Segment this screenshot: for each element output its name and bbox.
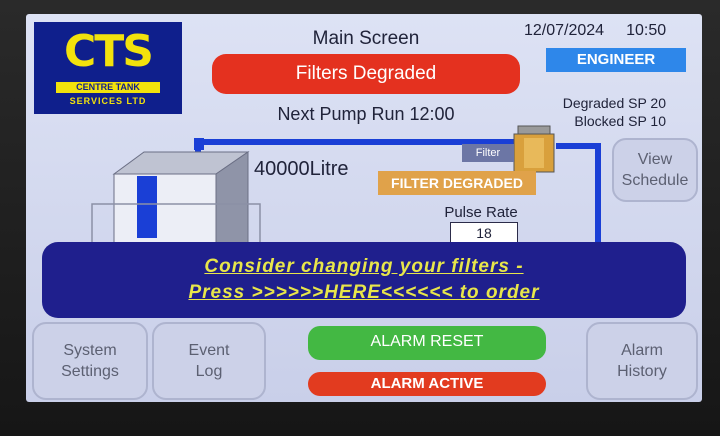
alarm-history-button[interactable]: Alarm History [586, 322, 698, 400]
banner-line-2[interactable]: Press >>>>>>HERE<<<<<< to order [42, 282, 686, 304]
view-schedule-line2: Schedule [621, 172, 689, 189]
pulse-rate-value[interactable]: 18 [450, 222, 518, 244]
banner-line-1[interactable]: Consider changing your filters - [42, 256, 686, 278]
event-log-line1: Event [188, 342, 230, 359]
alarm-active-indicator: ALARM ACTIVE [308, 372, 546, 396]
filter-canister-window [524, 138, 544, 168]
filter-canister-cap [517, 125, 551, 135]
event-log-line2: Log [195, 363, 223, 380]
pulse-rate-label: Pulse Rate [444, 204, 518, 221]
tank-front [113, 173, 217, 247]
tank-level-bar [137, 176, 157, 238]
filter-label: Filter [462, 144, 514, 162]
tank-diagram [91, 125, 601, 251]
event-log-button[interactable]: Event Log [152, 322, 266, 400]
alarm-history-text: Alarm History [617, 340, 667, 382]
view-schedule-line1: View [637, 151, 673, 168]
hmi-screen: CTS CENTRE TANK SERVICES LTD Main Screen… [26, 14, 702, 402]
filter-status-badge: FILTER DEGRADED [378, 171, 536, 195]
tank-volume: 40000Litre [254, 158, 349, 180]
event-log-text: Event Log [189, 340, 230, 382]
pipe-joint [194, 138, 204, 150]
device-bezel: CTS CENTRE TANK SERVICES LTD Main Screen… [0, 0, 720, 436]
system-settings-line2: Settings [61, 363, 119, 380]
alarm-history-line1: Alarm [621, 342, 663, 359]
pipe-return [556, 143, 601, 246]
system-settings-text: System Settings [61, 340, 119, 382]
view-schedule-button[interactable]: View Schedule [612, 138, 698, 202]
view-schedule-text: View Schedule [622, 149, 689, 191]
order-filters-banner[interactable]: Consider changing your filters - Press >… [42, 242, 686, 318]
system-settings-button[interactable]: System Settings [32, 322, 148, 400]
alarm-history-line2: History [617, 363, 667, 380]
alarm-reset-button[interactable]: ALARM RESET [308, 326, 546, 360]
system-settings-line1: System [63, 342, 117, 359]
